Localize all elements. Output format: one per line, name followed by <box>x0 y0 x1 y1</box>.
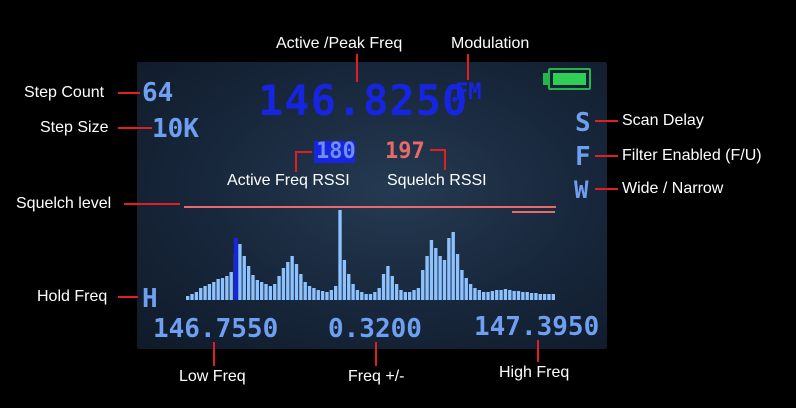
spectrum-bar <box>547 294 551 300</box>
spectrum-bar <box>264 284 268 300</box>
spectrum-bar <box>542 294 547 300</box>
spectrum-bar <box>286 262 290 300</box>
spectrum-bar <box>377 288 381 300</box>
hold-indicator: H <box>142 284 158 314</box>
low-freq-value: 146.7550 <box>153 314 279 344</box>
spectrum-bar <box>429 240 434 300</box>
spectrum-bar <box>238 244 242 300</box>
spectrum-bar <box>482 292 486 300</box>
spectrum-bar <box>516 291 521 300</box>
spectrum-bar <box>360 292 364 300</box>
spectrum-bar <box>186 296 190 300</box>
spectrum-bar <box>334 286 338 300</box>
spectrum-bar <box>312 288 316 300</box>
spectrum-bar <box>403 292 407 300</box>
spectrum-bar <box>468 284 473 300</box>
spectrum-bar <box>316 290 320 300</box>
spectrum-bar <box>203 286 207 300</box>
spectrum-bar <box>455 254 460 300</box>
spectrum-bar <box>503 289 508 300</box>
spectrum-bar <box>394 284 399 300</box>
spectrum-bar <box>442 260 447 300</box>
spectrum-bar <box>447 238 451 300</box>
spectrum-bar <box>368 294 373 300</box>
spectrum-bar <box>499 290 503 300</box>
spectrum-bar <box>438 256 442 300</box>
spectrum-bar <box>551 294 555 300</box>
freq-step-value: 0.3200 <box>328 314 422 344</box>
spectrum-bar <box>412 290 416 300</box>
spectrum-bar <box>281 268 286 300</box>
spectrum-bar <box>486 292 490 300</box>
spectrum-bar <box>512 291 516 300</box>
spectrum-bar <box>451 232 455 300</box>
spectrum-bar <box>299 274 303 300</box>
spectrum-bar <box>399 290 403 300</box>
spectrum-bar <box>495 290 499 300</box>
spectrum-bar <box>416 288 421 300</box>
spectrum-bar <box>268 286 273 300</box>
spectrum-bar <box>246 266 251 300</box>
spectrum-bar <box>355 290 360 300</box>
spectrum-bar <box>490 291 495 300</box>
spectrum-bar <box>329 290 333 300</box>
spectrum-bar <box>434 248 438 300</box>
spectrum-bar <box>521 292 525 300</box>
spectrum-bar <box>529 293 534 300</box>
spectrum-bar <box>194 292 199 300</box>
spectrum-bar <box>320 291 325 300</box>
spectrum-bar <box>325 292 329 300</box>
spectrum-bar <box>473 288 477 300</box>
spectrum-bar <box>273 284 277 300</box>
spectrum-bar <box>242 256 246 300</box>
spectrum-bar <box>260 282 264 300</box>
spectrum-bar <box>373 292 377 300</box>
spectrum-bar <box>251 275 255 300</box>
spectrum-bar <box>212 282 216 300</box>
spectrum-bar <box>255 280 259 300</box>
high-freq-value: 147.3950 <box>474 312 600 342</box>
spectrum-bar <box>207 284 212 300</box>
spectrum-bar <box>425 256 429 300</box>
spectrum-bar <box>347 274 351 300</box>
spectrum-bar <box>477 290 481 300</box>
spectrum-bar <box>386 266 390 300</box>
spectrum-bar <box>290 256 294 300</box>
spectrum-bar <box>303 282 307 300</box>
spectrum-bar <box>294 264 299 300</box>
spectrum-bar <box>199 288 203 300</box>
spectrum-bar <box>364 294 368 300</box>
spectrum-bar <box>220 278 225 300</box>
spectrum-bar <box>538 294 542 300</box>
spectrum-bar <box>338 210 342 300</box>
spectrum-bar <box>225 276 229 300</box>
spectrum-bar <box>229 272 233 300</box>
spectrum-bar <box>381 274 386 300</box>
spectrum-bar <box>277 276 281 300</box>
spectrum-bar <box>390 276 394 300</box>
active-frequency-marker <box>233 238 238 300</box>
spectrum-bar <box>534 293 538 300</box>
spectrum-bar <box>351 284 355 300</box>
spectrum-bar <box>508 290 512 300</box>
spectrum-bar <box>216 279 220 300</box>
spectrum-bar <box>342 260 347 300</box>
spectrum-bar <box>190 294 194 300</box>
spectrum-bar <box>421 270 425 300</box>
spectrum-display <box>184 206 556 300</box>
spectrum-bar <box>464 278 468 300</box>
spectrum-bar <box>460 270 464 300</box>
spectrum-bar <box>408 292 412 300</box>
spectrum-bar <box>307 286 312 300</box>
spectrum-bar <box>525 292 529 300</box>
